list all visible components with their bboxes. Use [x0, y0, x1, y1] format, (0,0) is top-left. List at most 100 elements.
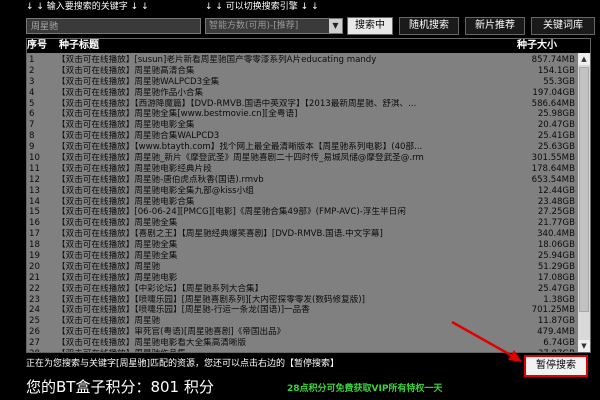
row-size: 178.64MB	[531, 163, 575, 174]
table-row[interactable]: 15 【双击可在线播放】[06-06-24][PMCG][电影]《周星驰合集49部…	[27, 207, 577, 218]
table-row[interactable]: 27 【双击可在线播放】周星驰电影看大全集高清晰版 6.74GB	[27, 338, 577, 349]
vertical-scrollbar[interactable]: ▲ ▼	[578, 53, 590, 352]
row-index: 10	[29, 153, 40, 164]
pause-search-button[interactable]: 暂停搜索	[524, 355, 588, 377]
row-index: 4	[29, 87, 35, 98]
row-size: 55.3GB	[543, 76, 575, 87]
row-index: 25	[29, 316, 40, 327]
row-size: 586.64MB	[531, 98, 575, 109]
table-row[interactable]: 18 【双击可在线播放】周星驰全集 18.06GB	[27, 240, 577, 251]
table-row[interactable]: 7 【双击可在线播放】周星驰电影全集 20.47GB	[27, 120, 577, 131]
search-button[interactable]: 搜索中	[347, 17, 393, 35]
row-title: 【双击可在线播放】[susun]老片新看周星驰国产零零漆系列A片educatin…	[57, 55, 377, 65]
search-input[interactable]: 周星驰	[26, 18, 201, 34]
row-index: 12	[29, 174, 40, 185]
row-title: 【双击可在线播放】周星驰电影看大全集高清晰版	[57, 338, 247, 349]
row-size: 23.48GB	[537, 196, 575, 207]
table-row[interactable]: 3 【双击可在线播放】周星驰WALPCD3全集 55.3GB	[27, 77, 577, 88]
status-message: 正在为您搜索与关键字[周星驰]匹配的资源，您还可以点击右边的【暂停搜索】	[26, 359, 340, 369]
table-row[interactable]: 9 【双击可在线播放】【www.btayth.com】找个网上最全最清晰版本【周星…	[27, 142, 577, 153]
row-title: 【双击可在线播放】【西游降魔篇】【DVD-RMVB.国语中英双字】【2013最新…	[57, 98, 417, 109]
table-row[interactable]: 23 【双击可在线播放】【喷嚏乐园】[周星驰喜剧系列][大内密探零零发(数码修复版…	[27, 295, 577, 306]
row-size: 154.1GB	[537, 65, 575, 76]
row-title: 【双击可在线播放】周星驰电影合集	[57, 196, 195, 207]
row-size: 25.41GB	[537, 131, 575, 142]
row-index: 24	[29, 305, 40, 316]
row-size: 12.44GB	[537, 185, 575, 196]
scrollbar-thumb[interactable]	[579, 67, 589, 312]
table-row[interactable]: 19 【双击可在线播放】周星驰全集 25.94GB	[27, 251, 577, 262]
random-search-button[interactable]: 随机搜索	[399, 17, 459, 35]
row-size: 857.74MB	[531, 55, 575, 65]
row-size: 21.77GB	[537, 218, 575, 229]
chevron-down-icon[interactable]: ▼	[329, 19, 342, 33]
table-row[interactable]: 14 【双击可在线播放】周星驰电影合集 23.48GB	[27, 197, 577, 208]
row-index: 3	[29, 76, 35, 87]
row-title: 【双击可在线播放】周星驰_新片《摩登武圣》周星驰喜剧二十四时传_易城凤储@摩登武…	[57, 153, 424, 164]
vip-promo-link[interactable]: 28点积分可免费获取VIP所有特权一天	[287, 383, 442, 395]
table-row[interactable]: 8 【双击可在线播放】周星驰合集WALPCD3 25.41GB	[27, 131, 577, 142]
row-index: 26	[29, 327, 40, 338]
table-row[interactable]: 10 【双击可在线播放】周星驰_新片《摩登武圣》周星驰喜剧二十四时传_易城凤储@摩…	[27, 153, 577, 164]
row-size: 6.74GB	[543, 338, 575, 349]
row-size: 51.29GB	[537, 261, 575, 272]
table-row[interactable]: 2 【双击可在线播放】周星驰高清合集 154.1GB	[27, 66, 577, 77]
row-size: 27.25GB	[537, 207, 575, 218]
row-title: 【双击可在线播放】周星驰合集WALPCD3	[57, 131, 220, 142]
header-title[interactable]: 种子标题	[59, 39, 99, 53]
row-title: 【双击可在线播放】周星驰高清合集	[57, 65, 195, 76]
hint-row: ↓ ↓ 输入要搜索的关键字 ↓ ↓ ↓ ↓ 可以切换搜索引擎 ↓ ↓	[0, 0, 600, 14]
row-size: 18.06GB	[537, 240, 575, 251]
table-row[interactable]: 1 【双击可在线播放】[susun]老片新看周星驰国产零零漆系列A片educati…	[27, 55, 577, 66]
row-index: 1	[29, 55, 35, 65]
row-title: 【双击可在线播放】周星驰全集	[57, 240, 178, 251]
row-size: 20.47GB	[537, 120, 575, 131]
row-index: 20	[29, 261, 40, 272]
row-title: 【双击可在线播放】周星驰电影经典片段	[57, 163, 212, 174]
keyword-hint: ↓ ↓ 输入要搜索的关键字 ↓ ↓	[26, 2, 149, 12]
row-title: 【双击可在线播放】【喷嚏乐园】[周星驰-行运一条龙(国语)]一品香	[57, 305, 310, 316]
row-size: 17.08GB	[537, 272, 575, 283]
row-title: 【双击可在线播放】周星驰	[57, 261, 161, 272]
engine-select-value: 智能方数(可用)-[推荐]	[209, 21, 299, 31]
row-title: 【双击可在线播放】周星驰电影	[57, 272, 178, 283]
row-title: 【双击可在线播放】周星驰全集	[57, 218, 178, 229]
scroll-up-icon[interactable]: ▲	[578, 53, 590, 65]
engine-select[interactable]: 智能方数(可用)-[推荐] ▼	[205, 18, 343, 34]
row-title: 【双击可在线播放】周星驰全集[www.bestmovie.cn][全粤语]	[57, 109, 298, 120]
table-row[interactable]: 4 【双击可在线播放】周星驰作品小合集 197.04GB	[27, 88, 577, 99]
table-header: 序号 种子标题 种子大小	[27, 39, 590, 53]
row-title: 【双击可在线播放】【喜剧之王】【周星驰经典爆笑喜剧】[DVD-RMVB.国语.中…	[57, 229, 383, 240]
row-title: 【双击可在线播放】周星驰电影全集	[57, 120, 195, 131]
header-size[interactable]: 种子大小	[517, 39, 557, 53]
table-row[interactable]: 28【双击可在线播放】周星驰作品集37.87GB	[27, 349, 577, 352]
table-row[interactable]: 22 【双击可在线播放】【中彩论坛】【周星驰系列大合集】 25.47GB	[27, 284, 577, 295]
table-row[interactable]: 5 【双击可在线播放】【西游降魔篇】【DVD-RMVB.国语中英双字】【2013最…	[27, 99, 577, 110]
table-row[interactable]: 6 【双击可在线播放】周星驰全集[www.bestmovie.cn][全粤语] 25…	[27, 109, 577, 120]
row-title: 【双击可在线播放】审死官(粤语)[周星驰喜剧]《帝国出品》	[57, 327, 286, 338]
row-size: 25.47GB	[537, 283, 575, 294]
header-index[interactable]: 序号	[27, 39, 47, 53]
row-index: 14	[29, 196, 40, 207]
table-row[interactable]: 16 【双击可在线播放】周星驰全集 21.77GB	[27, 218, 577, 229]
scroll-down-icon[interactable]: ▼	[578, 340, 590, 352]
table-row[interactable]: 17 【双击可在线播放】【喜剧之王】【周星驰经典爆笑喜剧】[DVD-RMVB.国语…	[27, 229, 577, 240]
table-row[interactable]: 26 【双击可在线播放】审死官(粤语)[周星驰喜剧]《帝国出品》 479.4MB	[27, 327, 577, 338]
table-row[interactable]: 21 【双击可在线播放】周星驰电影 17.08GB	[27, 273, 577, 284]
table-row[interactable]: 12 【双击可在线播放】周星驰-唐伯虎点秋香(国语).rmvb 653.54MB	[27, 175, 577, 186]
keyword-library-button[interactable]: 关键词库	[531, 17, 595, 35]
row-size: 25.63GB	[537, 142, 575, 153]
table-row[interactable]: 13 【双击可在线播放】周星驰电影全集九部@kiss小组 12.44GB	[27, 186, 577, 197]
table-row[interactable]: 24 【双击可在线播放】【喷嚏乐园】[周星驰-行运一条龙(国语)]一品香 701.2…	[27, 305, 577, 316]
table-row[interactable]: 25 【双击可在线播放】周星驰 11.87GB	[27, 316, 577, 327]
engine-hint: ↓ ↓ 可以切换搜索引擎 ↓ ↓	[205, 2, 319, 12]
table-row[interactable]: 11 【双击可在线播放】周星驰电影经典片段 178.64MB	[27, 164, 577, 175]
row-size: 37.87GB	[497, 349, 575, 352]
new-movies-button[interactable]: 新片推荐	[465, 17, 525, 35]
row-index: 15	[29, 207, 40, 218]
table-row[interactable]: 20 【双击可在线播放】周星驰 51.29GB	[27, 262, 577, 273]
row-size: 653.54MB	[531, 174, 575, 185]
row-index: 11	[29, 163, 40, 174]
row-index: 9	[29, 142, 35, 153]
row-index: 2	[29, 65, 35, 76]
